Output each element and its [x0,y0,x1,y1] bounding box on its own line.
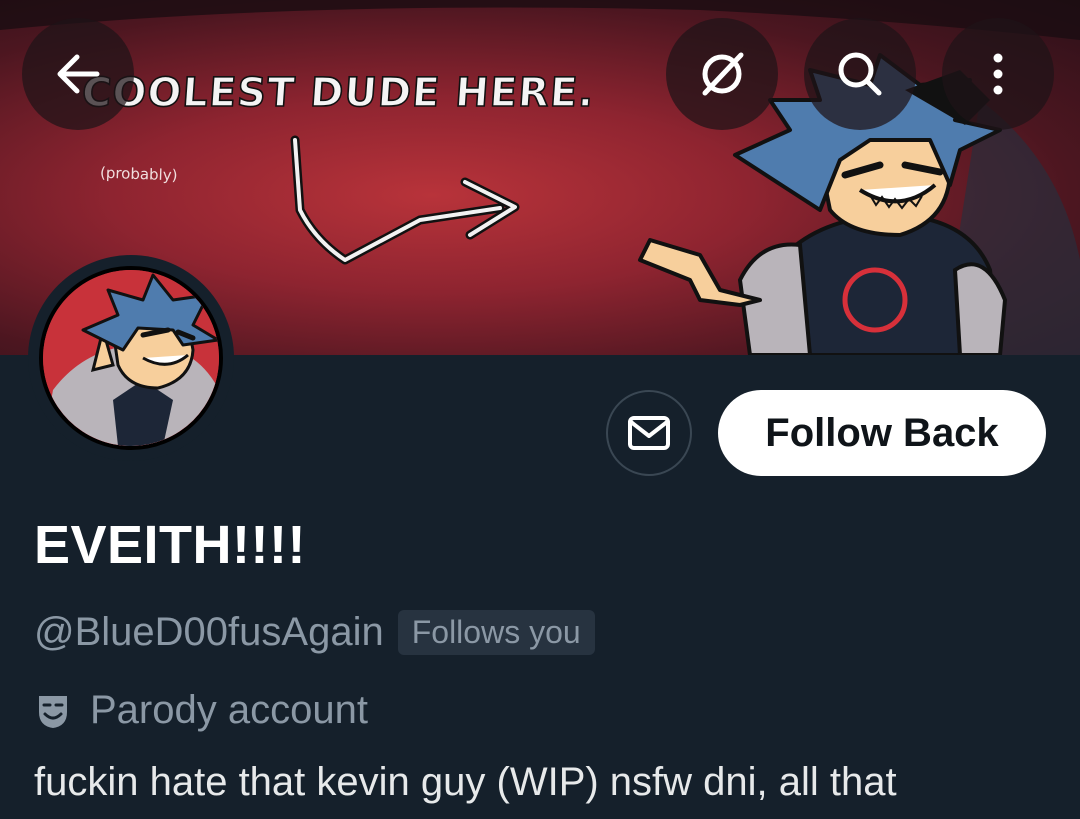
avatar[interactable] [28,255,234,461]
follows-you-badge: Follows you [397,610,595,655]
search-button[interactable] [804,18,916,130]
grok-icon [702,52,744,96]
follow-back-button[interactable]: Follow Back [718,390,1046,476]
more-vertical-icon [993,53,1003,95]
message-button[interactable] [606,390,692,476]
display-name: EVEITH!!!! [34,515,306,575]
arrow-left-icon [57,54,100,94]
avatar-image [39,266,223,450]
more-options-button[interactable] [942,18,1054,130]
parody-account-label: Parody account [90,688,368,732]
search-icon [838,52,882,96]
handle-row: @BlueD00fusAgain Follows you [34,610,595,655]
theater-mask-icon [39,695,67,728]
profile-bio: fuckin hate that kevin guy (WIP) nsfw dn… [34,760,897,804]
banner-subtext: (probably) [99,163,178,185]
grok-button[interactable] [666,18,778,130]
banner-headline: COOLEST DUDE HERE. [80,69,597,117]
envelope-icon [628,416,670,450]
parody-label-row[interactable]: Parody account [34,688,368,733]
back-button[interactable] [22,18,134,130]
user-handle: @BlueD00fusAgain [34,610,384,654]
